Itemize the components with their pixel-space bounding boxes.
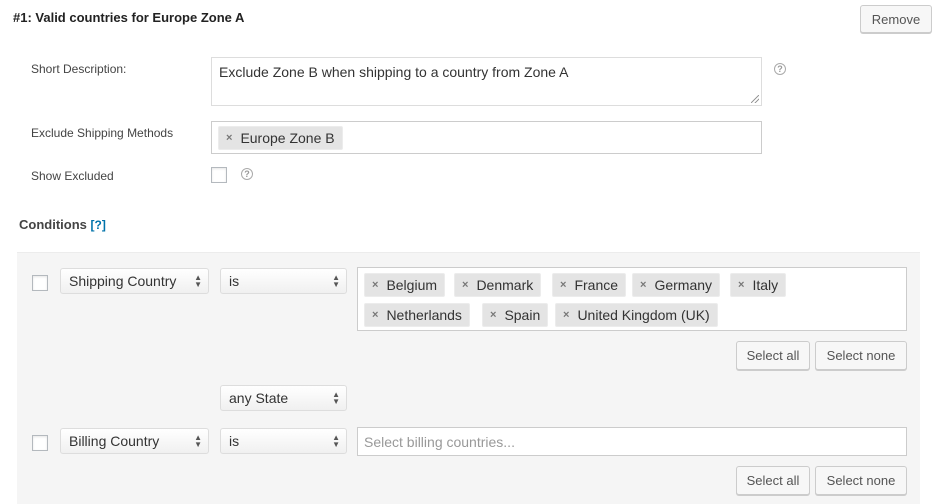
shipping-field-select[interactable]: Shipping Country ▲ ▼: [60, 268, 209, 294]
billing-operator-select[interactable]: is ▲ ▼: [220, 428, 347, 454]
remove-chip-icon[interactable]: ×: [372, 309, 378, 321]
country-chip: × Belgium: [364, 273, 446, 297]
country-chip: × Denmark: [454, 273, 542, 297]
remove-chip-icon[interactable]: ×: [490, 309, 496, 321]
help-icon[interactable]: ?: [774, 63, 786, 75]
conditions-heading: Conditions [?]: [19, 217, 106, 232]
remove-chip-icon[interactable]: ×: [226, 132, 232, 144]
show-excluded-label: Show Excluded: [31, 169, 114, 183]
remove-chip-icon[interactable]: ×: [640, 279, 646, 291]
remove-button[interactable]: Remove: [860, 5, 932, 33]
exclude-methods-select[interactable]: × Europe Zone B: [211, 121, 762, 154]
country-chip: × Spain: [482, 303, 549, 327]
billing-select-all-button[interactable]: Select all: [736, 466, 810, 495]
updown-arrows-icon: ▲ ▼: [332, 273, 340, 289]
shipping-countries-select[interactable]: × Belgium × Denmark × France × Germany × Ital…: [357, 267, 907, 331]
billing-condition-checkbox[interactable]: [32, 435, 48, 451]
shipping-select-all-button[interactable]: Select all: [736, 341, 810, 370]
remove-chip-icon[interactable]: ×: [372, 279, 378, 291]
updown-arrows-icon: ▲ ▼: [332, 390, 340, 406]
short-description-value: Exclude Zone B when shipping to a countr…: [219, 64, 569, 80]
updown-arrows-icon: ▲ ▼: [332, 433, 340, 449]
method-chip: × Europe Zone B: [218, 126, 343, 150]
shipping-operator-select[interactable]: is ▲ ▼: [220, 268, 347, 294]
remove-chip-icon[interactable]: ×: [738, 279, 744, 291]
conditions-help-link[interactable]: [?]: [91, 218, 106, 232]
exclude-methods-label: Exclude Shipping Methods: [31, 126, 174, 140]
resize-handle-icon[interactable]: [751, 95, 759, 103]
remove-chip-icon[interactable]: ×: [563, 309, 569, 321]
rule-title: #1: Valid countries for Europe Zone A: [13, 10, 245, 25]
show-excluded-checkbox[interactable]: [211, 167, 227, 183]
country-chip: × Germany: [632, 273, 721, 297]
shipping-select-none-button[interactable]: Select none: [815, 341, 907, 370]
state-select[interactable]: any State ▲ ▼: [220, 385, 347, 411]
short-description-textarea[interactable]: Exclude Zone B when shipping to a countr…: [211, 57, 762, 106]
updown-arrows-icon: ▲ ▼: [194, 273, 202, 289]
country-chip: × Italy: [730, 273, 787, 297]
country-chip: × France: [552, 273, 627, 297]
billing-countries-input[interactable]: Select billing countries...: [357, 427, 907, 456]
shipping-condition-checkbox[interactable]: [32, 275, 48, 291]
country-chip: × United Kingdom (UK): [555, 303, 718, 327]
billing-field-select[interactable]: Billing Country ▲ ▼: [60, 428, 209, 454]
updown-arrows-icon: ▲ ▼: [194, 433, 202, 449]
billing-select-none-button[interactable]: Select none: [815, 466, 907, 495]
remove-chip-icon[interactable]: ×: [560, 279, 566, 291]
short-description-label: Short Description:: [31, 62, 127, 76]
country-chip: × Netherlands: [364, 303, 470, 327]
help-icon[interactable]: ?: [241, 168, 253, 180]
remove-chip-icon[interactable]: ×: [462, 279, 468, 291]
